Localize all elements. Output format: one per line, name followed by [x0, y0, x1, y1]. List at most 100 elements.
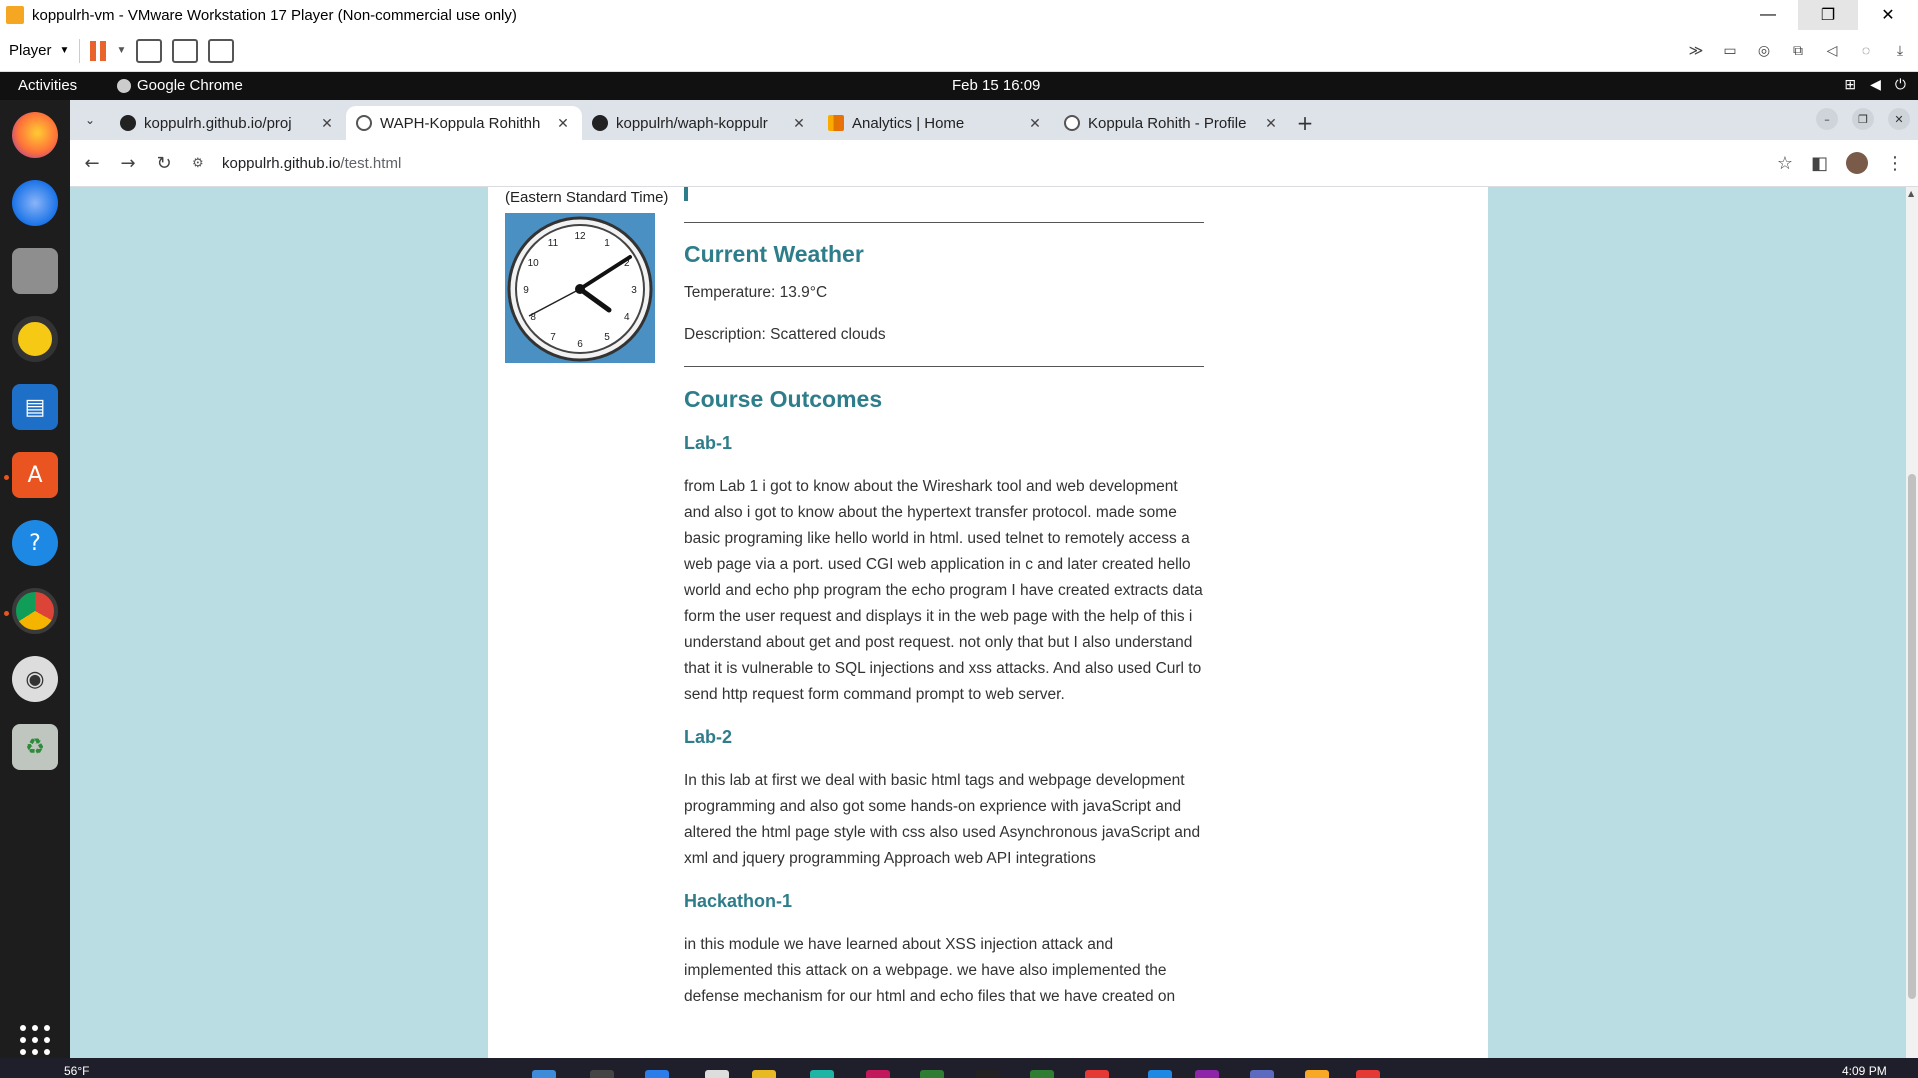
chrome-icon [117, 78, 131, 93]
bookmark-star-icon[interactable]: ☆ [1777, 153, 1793, 174]
window-title: koppulrh-vm - VMware Workstation 17 Play… [32, 6, 517, 24]
device-icons: ≫ ▭ ◎ ⧉ ◁ ◌ ⤓ [1684, 38, 1912, 62]
github-icon [592, 115, 608, 131]
player-menu[interactable]: Player ▼ [9, 42, 69, 59]
back-icon[interactable]: ← [74, 145, 110, 181]
new-tab-button[interactable]: + [1290, 106, 1320, 140]
app-menu[interactable]: Google Chrome [117, 77, 243, 94]
restore-button[interactable]: ❐ [1798, 0, 1858, 30]
minimize-button[interactable]: — [1738, 0, 1798, 30]
vscode-icon[interactable] [1148, 1070, 1172, 1078]
heading-marker [684, 187, 688, 201]
tab-github-repo[interactable]: koppulrh/waph-koppulr ✕ [582, 106, 818, 140]
close-tab-icon[interactable]: ✕ [790, 115, 808, 132]
side-panel-icon[interactable]: ◧ [1811, 153, 1828, 174]
file-explorer-icon[interactable] [752, 1070, 776, 1078]
tab-analytics[interactable]: Analytics | Home ✕ [818, 106, 1054, 140]
player-menu-label: Player [9, 42, 52, 59]
disc-icon[interactable]: ◉ [12, 656, 58, 702]
hard-disk-icon[interactable]: ▭ [1718, 38, 1742, 62]
url-host: koppulrh.github.io [222, 154, 341, 172]
toolbar: ← → ↻ ⚙ koppulrh.github.io /test.html ☆ … [70, 140, 1918, 187]
scrollbar-thumb[interactable] [1908, 474, 1916, 999]
clock-numeral: 6 [577, 339, 583, 350]
activities-button[interactable]: Activities [18, 77, 77, 94]
pause-icon[interactable] [90, 40, 108, 61]
thunderbird-icon[interactable] [12, 180, 58, 226]
fullscreen-icon[interactable] [172, 38, 199, 63]
files-icon[interactable] [12, 248, 58, 294]
app-icon[interactable] [1030, 1070, 1054, 1078]
firefox-icon[interactable] [12, 112, 58, 158]
show-apps-icon[interactable] [20, 1025, 50, 1055]
app-center-icon[interactable]: A [12, 452, 58, 498]
edge-icon[interactable] [645, 1070, 669, 1078]
sound-card-icon[interactable]: ◁ [1820, 38, 1844, 62]
close-icon[interactable]: ✕ [1888, 108, 1910, 130]
chrome-icon[interactable] [12, 588, 58, 634]
app-icon[interactable] [1085, 1070, 1109, 1078]
tab-profile[interactable]: Koppula Rohith - Profile ✕ [1054, 106, 1290, 140]
minimize-icon[interactable]: – [1816, 108, 1838, 130]
network-icon: ⊞ [1844, 76, 1857, 92]
network-adapter-icon[interactable]: ⧉ [1786, 38, 1810, 62]
forward-icon[interactable]: → [110, 145, 146, 181]
close-button[interactable]: ✕ [1858, 0, 1918, 30]
tab-github-project[interactable]: koppulrh.github.io/proj ✕ [110, 106, 346, 140]
clock-numeral: 11 [548, 238, 559, 249]
address-bar[interactable]: ⚙ koppulrh.github.io /test.html [192, 145, 1777, 181]
close-tab-icon[interactable]: ✕ [1026, 115, 1044, 132]
close-tab-icon[interactable]: ✕ [554, 115, 572, 132]
app-icon[interactable] [866, 1070, 890, 1078]
profile-avatar[interactable] [1846, 152, 1868, 174]
date-time[interactable]: Feb 15 16:09 [952, 77, 1040, 94]
tab-search-icon[interactable]: ⌄ [76, 106, 104, 134]
search-icon[interactable] [590, 1070, 614, 1078]
restore-icon[interactable]: ❐ [1852, 108, 1874, 130]
help-icon[interactable]: ? [12, 520, 58, 566]
page-scrollbar[interactable]: ▲ [1906, 187, 1918, 1058]
app-icon[interactable] [810, 1070, 834, 1078]
message-log-icon[interactable]: ⤓ [1888, 38, 1912, 62]
close-tab-icon[interactable]: ✕ [318, 115, 336, 132]
analytics-icon [828, 115, 844, 131]
scroll-up-icon[interactable]: ▲ [1908, 189, 1914, 198]
page-viewport: (Eastern Standard Time) 12 1 2 3 4 5 6 7 8 9 10 11 … [70, 187, 1918, 1058]
cd-drive-icon[interactable]: ◎ [1752, 38, 1776, 62]
forward-icon[interactable]: ≫ [1684, 38, 1708, 62]
tab-title: Koppula Rohith - Profile [1088, 114, 1247, 132]
vmware-toolbar: Player ▼ ▼ ≫ ▭ ◎ ⧉ ◁ ◌ ⤓ [0, 30, 1918, 72]
app-icon[interactable] [1250, 1070, 1274, 1078]
chevron-down-icon[interactable]: ▼ [116, 45, 126, 56]
usb-icon[interactable]: ◌ [1854, 38, 1878, 62]
hackathon1-text: in this module we have learned about XSS… [684, 936, 1176, 1005]
start-icon[interactable] [532, 1070, 556, 1078]
weather-description: Description: Scattered clouds [684, 326, 886, 343]
vmware-icon[interactable] [1305, 1070, 1329, 1078]
close-tab-icon[interactable]: ✕ [1262, 115, 1280, 132]
hackathon1-heading: Hackathon-1 [684, 891, 793, 911]
app-icon[interactable] [920, 1070, 944, 1078]
taskbar-clock[interactable]: 4:09 PM [1842, 1064, 1887, 1078]
app-icon[interactable] [1195, 1070, 1219, 1078]
lab1-heading: Lab-1 [684, 433, 733, 453]
course-outcomes-heading: Course Outcomes [684, 386, 883, 412]
system-tray[interactable]: ⊞ ◀ ⏻ [1844, 76, 1906, 93]
tab-waph[interactable]: WAPH-Koppula Rohithh ✕ [346, 106, 582, 140]
clock-numeral: 1 [604, 238, 610, 249]
rhythmbox-icon[interactable] [12, 316, 58, 362]
trash-icon[interactable]: ♻ [12, 724, 58, 770]
unity-icon[interactable] [208, 38, 235, 63]
reload-icon[interactable]: ↻ [146, 145, 182, 181]
notepad-icon[interactable] [705, 1070, 729, 1078]
send-ctrl-alt-del-icon[interactable] [136, 38, 163, 63]
app-icon[interactable] [1356, 1070, 1380, 1078]
tab-strip: ⌄ koppulrh.github.io/proj ✕ WAPH-Koppula… [70, 100, 1918, 140]
menu-kebab-icon[interactable]: ⋮ [1886, 153, 1904, 174]
vmware-logo-icon [6, 6, 24, 24]
terminal-icon[interactable] [976, 1070, 1000, 1078]
writer-icon[interactable]: ▤ [12, 384, 58, 430]
weather-widget[interactable]: 56°F [64, 1064, 89, 1078]
weather-temperature: Temperature: 13.9°C [684, 284, 828, 301]
site-info-icon[interactable]: ⚙ [192, 155, 210, 171]
